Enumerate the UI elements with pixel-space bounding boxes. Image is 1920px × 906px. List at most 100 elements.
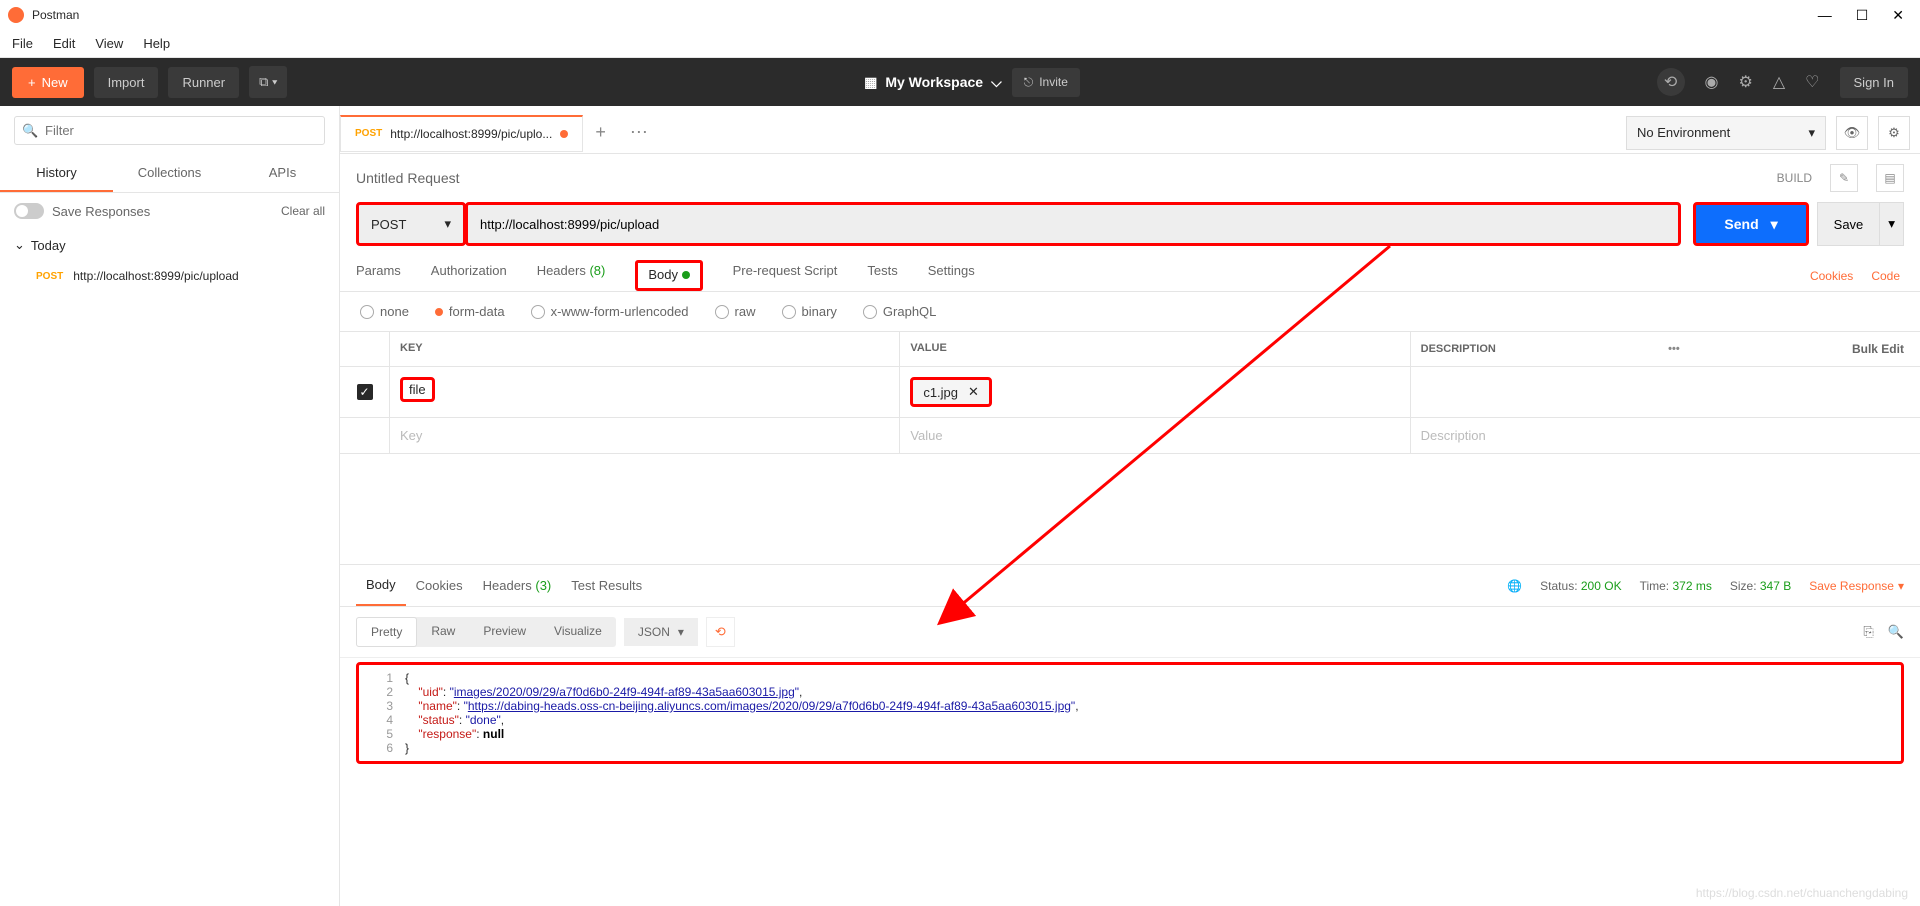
send-button[interactable]: Send▾ <box>1693 202 1808 246</box>
status-value: 200 OK <box>1581 579 1622 593</box>
body-type-formdata[interactable]: form-data <box>435 304 505 319</box>
response-body[interactable]: 1{ 2 "uid": "images/2020/09/29/a7f0d6b0-… <box>356 662 1904 764</box>
table-row: ✓ file c1.jpg ✕ <box>340 367 1920 418</box>
save-response-dropdown[interactable]: Save Response ▾ <box>1809 579 1904 593</box>
resp-tab-headers[interactable]: Headers (3) <box>473 566 562 605</box>
history-item[interactable]: POST http://localhost:8999/pic/upload <box>0 261 339 291</box>
new-button[interactable]: +New <box>12 67 84 98</box>
save-responses-label: Save Responses <box>52 204 150 219</box>
wrap-lines-button[interactable]: ⟲ <box>706 617 735 647</box>
environment-quick-look-button[interactable]: 👁 <box>1836 116 1868 150</box>
view-preview[interactable]: Preview <box>469 617 540 647</box>
comment-icon[interactable]: ✎ <box>1830 164 1858 192</box>
docs-icon[interactable]: ▤ <box>1876 164 1904 192</box>
body-type-raw[interactable]: raw <box>715 304 756 319</box>
active-dot-icon <box>682 271 690 279</box>
bell-icon[interactable]: △ <box>1773 72 1785 92</box>
chevron-down-icon: ⌵ <box>991 74 1002 91</box>
tab-body[interactable]: Body <box>635 260 702 291</box>
body-type-binary[interactable]: binary <box>782 304 837 319</box>
tab-headers[interactable]: Headers (8) <box>537 263 606 288</box>
resp-tab-cookies[interactable]: Cookies <box>406 566 473 605</box>
search-response-icon[interactable]: 🔍 <box>1888 624 1904 640</box>
maximize-icon[interactable]: ☐ <box>1856 7 1869 24</box>
sidebar-tab-collections[interactable]: Collections <box>113 155 226 192</box>
body-type-none[interactable]: none <box>360 304 409 319</box>
tab-params[interactable]: Params <box>356 263 401 288</box>
key-input[interactable] <box>400 428 889 443</box>
copy-icon[interactable]: ⎘ <box>1863 624 1873 640</box>
import-button[interactable]: Import <box>94 67 159 98</box>
method-dropdown[interactable]: POST▾ <box>356 202 466 246</box>
value-input[interactable] <box>910 428 1399 443</box>
view-pretty[interactable]: Pretty <box>356 617 417 647</box>
cookies-link[interactable]: Cookies <box>1810 269 1853 283</box>
col-key: KEY <box>390 332 900 366</box>
table-options-button[interactable]: ••• <box>1668 343 1680 355</box>
signin-button[interactable]: Sign In <box>1840 67 1908 98</box>
sidebar-tab-history[interactable]: History <box>0 155 113 192</box>
unsaved-dot-icon <box>560 130 568 138</box>
method-badge: POST <box>36 271 63 282</box>
code-link[interactable]: Code <box>1871 269 1900 283</box>
tab-tests[interactable]: Tests <box>867 263 897 288</box>
save-responses-toggle[interactable] <box>14 203 44 219</box>
description-input[interactable] <box>1421 428 1910 443</box>
time-value: 372 ms <box>1672 579 1711 593</box>
runner-button[interactable]: Runner <box>168 67 239 98</box>
add-tab-button[interactable]: + <box>583 112 618 153</box>
remove-file-icon[interactable]: ✕ <box>968 384 979 400</box>
view-visualize[interactable]: Visualize <box>540 617 616 647</box>
person-plus-icon: ⎋ <box>1024 75 1034 90</box>
capture-icon[interactable]: ◉ <box>1705 72 1719 92</box>
tabs-menu-button[interactable]: ⋯ <box>618 112 660 153</box>
settings-icon[interactable]: ⚙ <box>1739 72 1753 92</box>
resp-tab-body[interactable]: Body <box>356 565 406 606</box>
plus-icon: + <box>28 75 36 90</box>
environment-settings-button[interactable]: ⚙ <box>1878 116 1910 150</box>
content: POST http://localhost:8999/pic/uplo... +… <box>340 106 1920 906</box>
watermark: https://blog.csdn.net/chuanchengdabing <box>1696 886 1908 900</box>
menu-help[interactable]: Help <box>143 36 170 51</box>
body-type-graphql[interactable]: GraphQL <box>863 304 936 319</box>
tab-authorization[interactable]: Authorization <box>431 263 507 288</box>
format-dropdown[interactable]: JSON ▾ <box>624 618 698 646</box>
minimize-icon[interactable]: — <box>1818 7 1832 24</box>
close-icon[interactable]: ✕ <box>1892 7 1904 24</box>
tab-prerequest[interactable]: Pre-request Script <box>733 263 838 288</box>
key-cell[interactable]: file <box>400 377 435 402</box>
menu-view[interactable]: View <box>95 36 123 51</box>
sidebar-tab-apis[interactable]: APIs <box>226 155 339 192</box>
grid-icon: ▦ <box>864 74 877 91</box>
open-new-window-button[interactable]: ⧉ ▾ <box>249 66 287 98</box>
globe-icon[interactable]: 🌐 <box>1507 579 1522 593</box>
tab-settings[interactable]: Settings <box>928 263 975 288</box>
url-input[interactable] <box>465 202 1681 246</box>
toolbar: +New Import Runner ⧉ ▾ ▦ My Workspace ⌵ … <box>0 58 1920 106</box>
response-pane: Body Cookies Headers (3) Test Results 🌐 … <box>340 564 1920 906</box>
body-type-xwww[interactable]: x-www-form-urlencoded <box>531 304 689 319</box>
description-input[interactable] <box>1421 385 1910 400</box>
request-name[interactable]: Untitled Request <box>356 170 460 186</box>
clear-all-link[interactable]: Clear all <box>281 204 325 218</box>
file-chip[interactable]: c1.jpg ✕ <box>910 377 992 407</box>
save-button[interactable]: Save <box>1817 202 1881 246</box>
invite-button[interactable]: ⎋Invite <box>1012 68 1080 97</box>
formdata-table: KEY VALUE DESCRIPTION ••• Bulk Edit ✓ fi… <box>340 331 1920 454</box>
workspace-dropdown[interactable]: ▦ My Workspace ⌵ <box>864 74 1002 91</box>
filter-input[interactable] <box>14 116 325 145</box>
sync-icon[interactable]: ⟲ <box>1657 68 1685 96</box>
environment-dropdown[interactable]: No Environment▾ <box>1626 116 1826 150</box>
menu-edit[interactable]: Edit <box>53 36 75 51</box>
heart-icon[interactable]: ♡ <box>1805 72 1819 92</box>
bulk-edit-link[interactable]: Bulk Edit <box>1852 342 1910 356</box>
today-group[interactable]: ⌄ Today <box>0 229 339 261</box>
row-checkbox[interactable]: ✓ <box>357 384 373 400</box>
history-item-url: http://localhost:8999/pic/upload <box>73 269 238 283</box>
view-raw[interactable]: Raw <box>417 617 469 647</box>
menu-file[interactable]: File <box>12 36 33 51</box>
save-dropdown-button[interactable]: ▾ <box>1880 202 1904 246</box>
resp-tab-test-results[interactable]: Test Results <box>561 566 652 605</box>
build-label[interactable]: BUILD <box>1777 171 1812 185</box>
request-tab[interactable]: POST http://localhost:8999/pic/uplo... <box>340 115 583 151</box>
